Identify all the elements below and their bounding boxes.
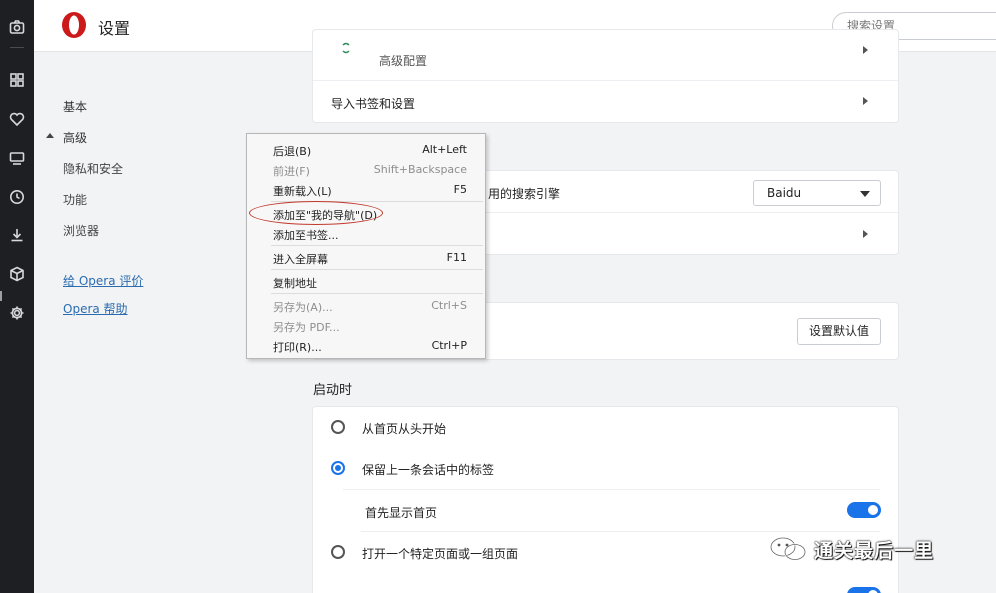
player-icon[interactable] — [8, 149, 26, 167]
menu-item-copy-address[interactable]: 复制地址 — [273, 275, 467, 291]
context-menu: 后退(B) Alt+Left 前进(F) Shift+Backspace 重新载入(… — [246, 133, 486, 359]
menu-item-forward[interactable]: 前进(F) Shift+Backspace — [273, 163, 467, 179]
wechat-icon — [770, 537, 806, 561]
heart-icon[interactable] — [8, 110, 26, 128]
menu-separator — [271, 293, 483, 294]
menu-separator — [271, 269, 483, 270]
menu-label: 添加至书签... — [273, 229, 339, 242]
annotation-ellipse — [249, 201, 383, 225]
menu-shortcut: Shift+Backspace — [373, 163, 467, 176]
advanced-config-row[interactable]: 高级配置 — [313, 30, 898, 81]
strip-divider — [10, 47, 24, 48]
import-bookmarks-label: 导入书签和设置 — [331, 97, 416, 111]
download-icon[interactable] — [8, 226, 26, 244]
nav-item-browser[interactable]: 浏览器 — [63, 222, 99, 239]
menu-label: 另存为(A)... — [273, 301, 333, 314]
radio-start-home[interactable] — [331, 420, 345, 434]
sidebar-strip — [0, 0, 34, 593]
radio-open-pages[interactable] — [331, 545, 345, 559]
partial-toggle[interactable] — [847, 587, 881, 593]
menu-item-reload[interactable]: 重新载入(L) F5 — [273, 183, 467, 199]
chevron-right-icon — [863, 97, 868, 105]
startup-title: 启动时 — [313, 383, 353, 398]
open-pages-label: 打开一个特定页面或一组页面 — [362, 547, 519, 561]
rate-opera-link[interactable]: 给 Opera 评价 — [63, 272, 143, 289]
menu-label: 后退(B) — [273, 145, 312, 158]
history-icon[interactable] — [8, 188, 26, 206]
watermark-text: 通关最后一里 — [814, 539, 935, 562]
menu-label: 进入全屏幕 — [273, 253, 328, 266]
cube-icon[interactable] — [8, 265, 26, 283]
collapse-arrow-icon[interactable] — [46, 133, 54, 138]
startup-divider — [343, 489, 880, 490]
menu-label: 另存为 PDF... — [273, 321, 340, 334]
menu-shortcut: Ctrl+S — [431, 299, 467, 312]
menu-shortcut: F5 — [453, 183, 467, 196]
menu-shortcut: Alt+Left — [422, 143, 467, 156]
menu-item-back[interactable]: 后退(B) Alt+Left — [273, 143, 467, 159]
menu-label: 复制地址 — [273, 277, 317, 290]
menu-label: 前进(F) — [273, 165, 310, 178]
watermark: 通关最后一里 — [768, 535, 934, 563]
advanced-config-label: 高级配置 — [379, 54, 428, 68]
import-card: 高级配置 导入书签和设置 — [313, 30, 898, 122]
import-bookmarks-row[interactable]: 导入书签和设置 — [313, 81, 898, 122]
menu-item-save-pdf[interactable]: 另存为 PDF... — [273, 319, 467, 335]
menu-item-fullscreen[interactable]: 进入全屏幕 F11 — [273, 251, 467, 267]
menu-shortcut: Ctrl+P — [431, 339, 467, 352]
chevron-right-icon — [863, 230, 868, 238]
nav-item-basic[interactable]: 基本 — [63, 98, 87, 115]
camera-icon[interactable] — [8, 18, 26, 36]
radio-keep-tabs[interactable] — [331, 461, 345, 475]
page-title: 设置 — [98, 19, 131, 38]
search-engine-value: Baidu — [767, 186, 802, 200]
active-indicator — [0, 291, 2, 301]
startup-divider — [361, 531, 880, 532]
start-home-label: 从首页从头开始 — [362, 422, 447, 436]
menu-separator — [271, 245, 483, 246]
search-engine-select[interactable]: Baidu — [753, 180, 881, 206]
menu-label: 重新载入(L) — [273, 185, 332, 198]
gear-icon[interactable] — [8, 304, 26, 322]
menu-item-add-bookmark[interactable]: 添加至书签... — [273, 227, 467, 243]
sync-icon — [341, 42, 351, 54]
nav-item-privacy[interactable]: 隐私和安全 — [63, 160, 123, 177]
settings-nav: 基本 高级 隐私和安全 功能 浏览器 给 Opera 评价 Opera 帮助 — [34, 53, 241, 593]
menu-label: 打印(R)... — [273, 341, 322, 354]
startup-divider — [313, 573, 898, 574]
show-home-first-toggle[interactable] — [847, 502, 881, 518]
opera-help-link[interactable]: Opera 帮助 — [63, 300, 128, 317]
show-home-first-label: 首先显示首页 — [365, 506, 438, 520]
nav-item-advanced[interactable]: 高级 — [63, 129, 87, 146]
menu-item-save-as[interactable]: 另存为(A)... Ctrl+S — [273, 299, 467, 315]
nav-item-features[interactable]: 功能 — [63, 191, 87, 208]
caret-down-icon — [860, 191, 870, 197]
keep-tabs-label: 保留上一条会话中的标签 — [362, 463, 495, 477]
menu-item-print[interactable]: 打印(R)... Ctrl+P — [273, 339, 467, 355]
apps-icon[interactable] — [8, 71, 26, 89]
menu-shortcut: F11 — [446, 251, 467, 264]
opera-logo-icon — [60, 11, 88, 39]
chevron-right-icon — [863, 46, 868, 54]
set-default-button[interactable]: 设置默认值 — [797, 318, 881, 345]
search-engine-label: 用的搜索引擎 — [488, 187, 561, 201]
